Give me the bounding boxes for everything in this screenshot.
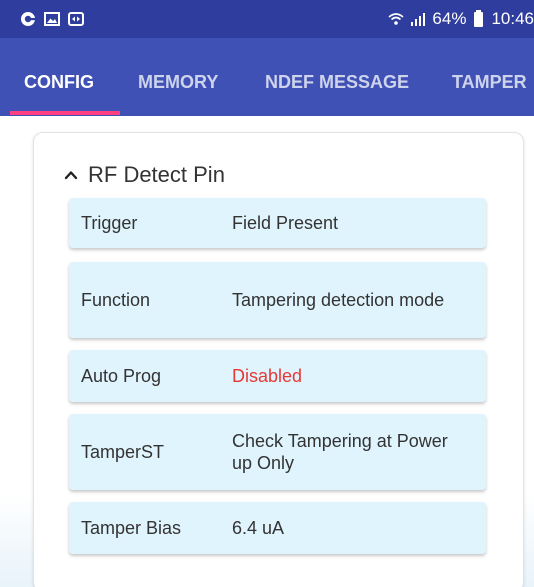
tab-memory[interactable]: MEMORY bbox=[138, 38, 218, 116]
row-label: Auto Prog bbox=[81, 365, 162, 386]
row-tamperst[interactable]: TamperST Check Tampering at Power up Onl… bbox=[69, 414, 486, 490]
row-tamper-bias[interactable]: Tamper Bias 6.4 uA bbox=[69, 502, 486, 554]
sync-icon bbox=[20, 11, 36, 27]
row-value: Field Present bbox=[232, 213, 339, 233]
row-function[interactable]: Function Tampering detection mode bbox=[69, 262, 486, 338]
chevron-up-icon bbox=[64, 168, 78, 182]
row-auto-prog[interactable]: Auto Prog Disabled bbox=[69, 350, 486, 402]
row-value-disabled: Disabled bbox=[232, 366, 303, 386]
tab-config[interactable]: CONFIG bbox=[24, 38, 94, 116]
clock: 10:46 bbox=[491, 9, 534, 28]
signal-icon bbox=[410, 11, 426, 27]
status-bar: 64% 10:46 bbox=[0, 0, 534, 38]
row-label: Tamper Bias bbox=[81, 517, 182, 538]
battery-percent: 64% bbox=[432, 9, 467, 28]
section-header-rf-detect-pin[interactable]: RF Detect Pin bbox=[64, 160, 225, 190]
row-trigger[interactable]: Trigger Field Present bbox=[69, 198, 486, 248]
battery-icon bbox=[474, 9, 484, 27]
tab-bar: CONFIG MEMORY NDEF MESSAGE TAMPER bbox=[0, 38, 534, 116]
row-value: Tampering detection mode bbox=[232, 290, 445, 310]
row-value: Check Tampering at Power up Only bbox=[232, 431, 448, 473]
section-title: RF Detect Pin bbox=[88, 162, 225, 187]
status-right: 64% 10:46 bbox=[388, 9, 534, 29]
row-value: 6.4 uA bbox=[232, 518, 285, 538]
row-label: TamperST bbox=[81, 441, 165, 462]
row-label: Function bbox=[81, 289, 151, 310]
screen-mirror-icon bbox=[68, 11, 84, 27]
wifi-icon bbox=[388, 11, 404, 27]
status-left-icons bbox=[20, 11, 84, 27]
active-tab-indicator bbox=[10, 111, 120, 115]
tab-ndef-message[interactable]: NDEF MESSAGE bbox=[265, 38, 409, 116]
tab-tamper[interactable]: TAMPER bbox=[452, 38, 527, 116]
row-label: Trigger bbox=[81, 212, 138, 233]
image-icon bbox=[44, 11, 60, 27]
